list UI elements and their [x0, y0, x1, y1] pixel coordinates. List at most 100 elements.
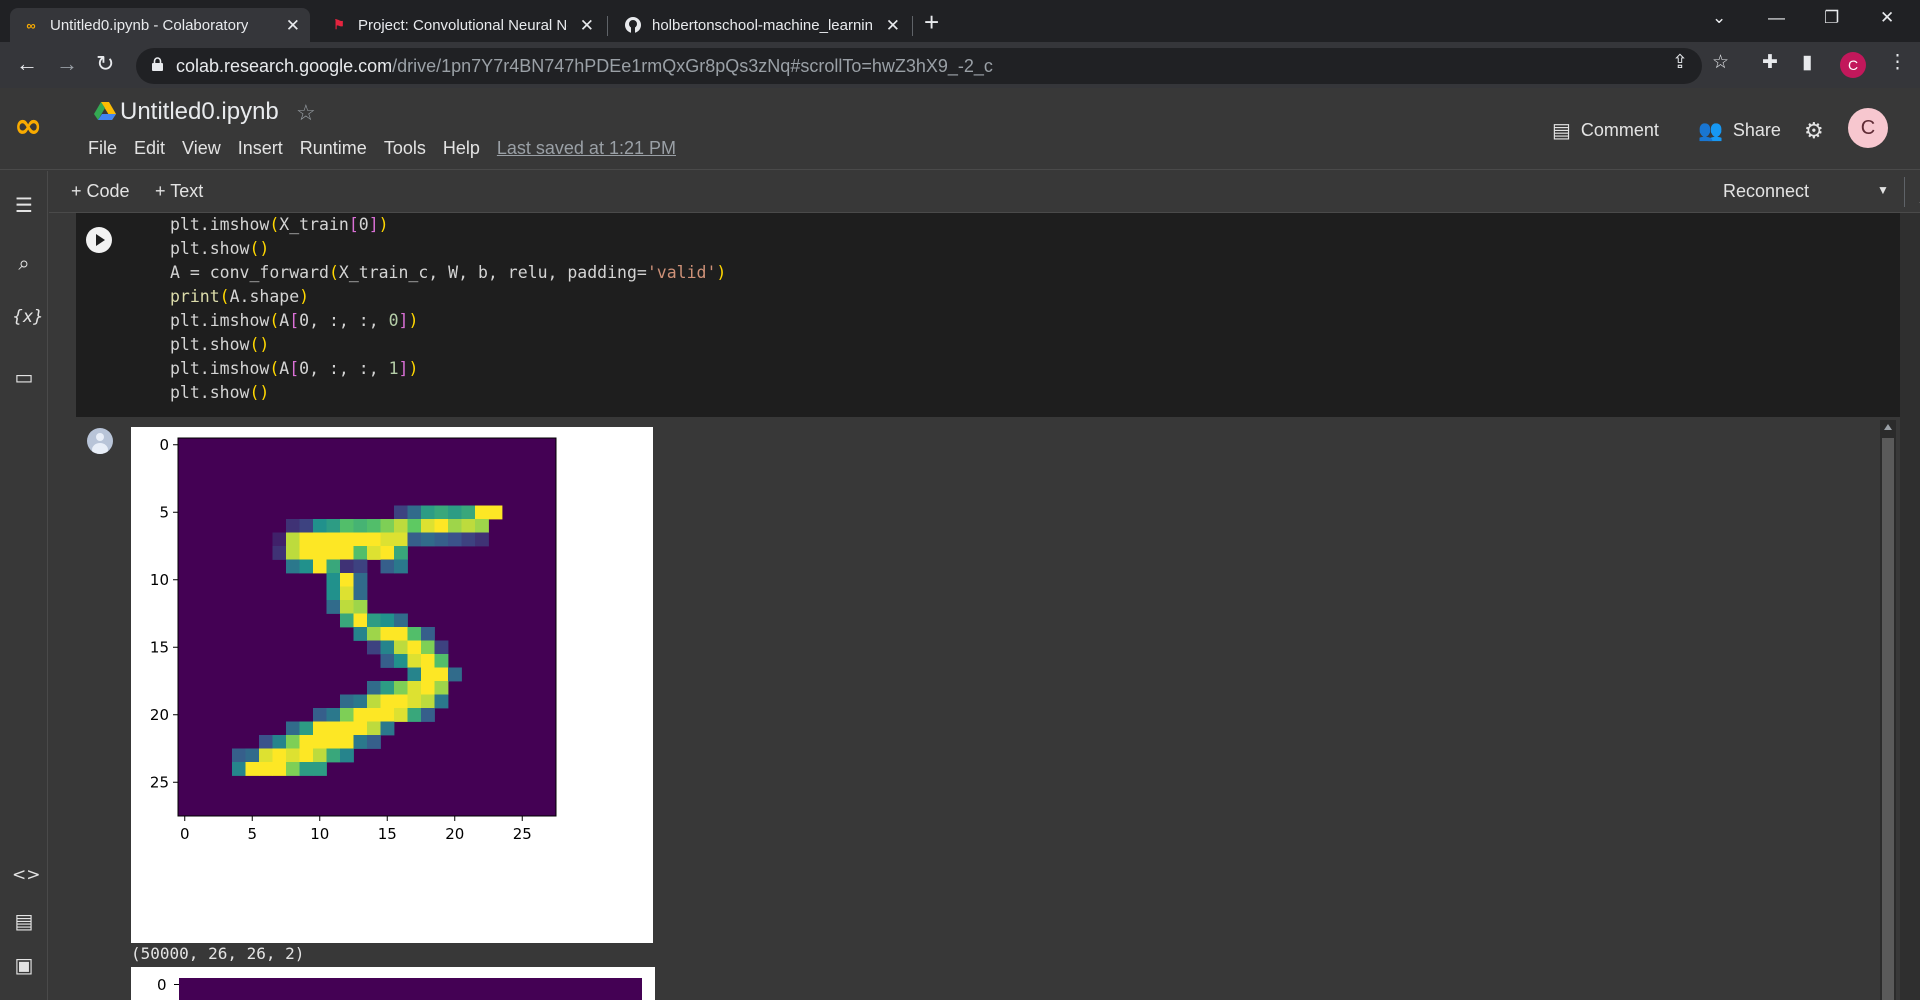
close-icon[interactable]: ✕: [580, 16, 594, 36]
comment-icon: ▤: [1552, 120, 1571, 142]
window-close-icon[interactable]: ✕: [1880, 8, 1894, 28]
heatmap-pixel: [380, 546, 395, 560]
search-icon[interactable]: ⌕: [12, 251, 36, 275]
menu-runtime[interactable]: Runtime: [300, 138, 367, 159]
heatmap-pixel: [353, 559, 368, 574]
heatmap-pixel: [380, 532, 395, 547]
heatmap-pixel: [380, 627, 395, 641]
heatmap-pixel: [313, 532, 327, 547]
browser-profile-avatar[interactable]: C: [1840, 52, 1866, 78]
back-icon[interactable]: ←: [16, 51, 38, 77]
scroll-up-arrow-icon[interactable]: [1884, 424, 1892, 430]
user-avatar[interactable]: C: [1848, 108, 1888, 148]
settings-gear-icon[interactable]: ⚙: [1804, 118, 1824, 144]
menu-edit[interactable]: Edit: [134, 138, 165, 159]
heatmap-pixel: [475, 532, 489, 547]
output-image-plot: 0 5 10 15 20 25 0 5 10 15 20 25: [131, 427, 653, 943]
heatmap-pixel: [313, 559, 327, 574]
add-code-button[interactable]: + Code: [71, 181, 130, 202]
close-icon[interactable]: ✕: [886, 16, 900, 36]
restore-icon[interactable]: ❐: [1824, 8, 1839, 28]
menu-file[interactable]: File: [88, 138, 117, 159]
code-snippets-icon[interactable]: <>: [12, 865, 41, 885]
command-palette-icon[interactable]: ▤: [12, 909, 36, 933]
reconnect-button[interactable]: Reconnect: [1723, 181, 1809, 202]
y-tick-label: 10: [150, 571, 169, 589]
heatmap-pixel: [353, 735, 368, 749]
run-cell-button[interactable]: [86, 227, 112, 253]
comment-label: Comment: [1580, 120, 1659, 140]
colab-header: ∞ Untitled0.ipynb ☆ File Edit View Inser…: [0, 88, 1920, 170]
heatmap-pixel: [394, 505, 408, 520]
address-bar[interactable]: colab.research.google.com/drive/1pn7Y7r4…: [136, 48, 1702, 84]
chevron-down-icon[interactable]: ▼: [1877, 183, 1889, 197]
extensions-icon[interactable]: ✚: [1762, 51, 1778, 74]
output-scrollbar[interactable]: [1880, 420, 1896, 1000]
heatmap-pixel: [407, 667, 422, 682]
heatmap-pixel: [434, 681, 449, 695]
heatmap-pixel: [394, 532, 408, 547]
heatmap-pixel: [421, 681, 435, 695]
menu-view[interactable]: View: [182, 138, 221, 159]
notebook-title[interactable]: Untitled0.ipynb: [120, 98, 279, 126]
second-plot-image: [179, 978, 642, 1000]
tab-title: Untitled0.ipynb - Colaboratory: [50, 16, 249, 34]
heatmap-pixel: [407, 532, 422, 547]
heatmap-pixel: [299, 762, 314, 776]
code-line: A = conv_forward(X_train_c, W, b, relu, …: [170, 263, 727, 282]
heatmap-pixel: [340, 721, 354, 736]
last-saved-link[interactable]: Last saved at 1:21 PM: [497, 138, 676, 159]
heatmap-pixel: [353, 546, 368, 560]
share-page-icon[interactable]: ⇪: [1672, 51, 1688, 74]
reload-icon[interactable]: ↻: [96, 51, 114, 77]
stdout-text: (50000, 26, 26, 2): [131, 944, 305, 963]
variables-icon[interactable]: {x}: [12, 307, 44, 327]
terminal-icon[interactable]: ▣: [12, 953, 36, 977]
tab-colab[interactable]: ∞ Untitled0.ipynb - Colaboratory ✕: [10, 8, 310, 42]
star-icon[interactable]: ☆: [296, 100, 316, 126]
minimize-icon[interactable]: —: [1768, 8, 1785, 28]
comment-button[interactable]: ▤ Comment: [1552, 118, 1659, 143]
heatmap-pixel: [245, 762, 260, 776]
heatmap-pixel: [421, 654, 435, 668]
files-folder-icon[interactable]: ▭: [12, 365, 36, 389]
close-icon[interactable]: ✕: [286, 16, 300, 36]
heatmap-pixel: [394, 640, 408, 655]
heatmap-pixel: [299, 519, 314, 533]
heatmap-pixel: [313, 762, 327, 776]
browser-menu-icon[interactable]: ⋮: [1888, 51, 1907, 74]
code-editor[interactable]: plt.imshow(X_train[0]) plt.show() A = conv…: [170, 213, 726, 405]
heatmap-pixel: [299, 748, 314, 763]
tab-github[interactable]: holbertonschool-machine_learnin ✕: [612, 8, 910, 42]
colab-icon: ∞: [26, 17, 36, 33]
output-actions-icon[interactable]: [87, 428, 113, 454]
menu-insert[interactable]: Insert: [238, 138, 283, 159]
code-cell[interactable]: plt.imshow(X_train[0]) plt.show() A = conv…: [76, 213, 1900, 417]
tab-search-icon[interactable]: ⌄: [1712, 8, 1726, 28]
heatmap-pixel: [367, 532, 381, 547]
bookmark-star-icon[interactable]: ☆: [1712, 51, 1729, 74]
new-tab-button[interactable]: +: [924, 7, 939, 38]
menu-help[interactable]: Help: [443, 138, 480, 159]
heatmap-pixel: [313, 546, 327, 560]
tab-project[interactable]: ⚑ Project: Convolutional Neural Ne ✕: [318, 8, 604, 42]
heatmap-pixel: [407, 519, 422, 533]
forward-icon[interactable]: →: [56, 51, 78, 77]
add-text-button[interactable]: + Text: [155, 181, 203, 202]
y-tick-label: 5: [159, 503, 169, 521]
menu-tools[interactable]: Tools: [384, 138, 426, 159]
heatmap-pixel: [326, 721, 341, 736]
code-line: print(A.shape): [170, 287, 310, 306]
heatmap-pixel: [326, 573, 341, 587]
heatmap-pixel: [272, 532, 287, 547]
colab-logo[interactable]: ∞: [14, 106, 42, 146]
side-panel-icon[interactable]: ▮: [1802, 51, 1812, 74]
share-button[interactable]: 👥 Share: [1698, 118, 1781, 143]
scrollbar-thumb[interactable]: [1882, 438, 1894, 1000]
table-of-contents-icon[interactable]: ☰: [12, 193, 36, 217]
github-icon: [624, 16, 642, 34]
tab-title: holbertonschool-machine_learnin: [652, 16, 873, 34]
heatmap-pixel: [407, 708, 422, 722]
lock-icon: [152, 57, 163, 71]
heatmap-pixel: [407, 505, 422, 520]
